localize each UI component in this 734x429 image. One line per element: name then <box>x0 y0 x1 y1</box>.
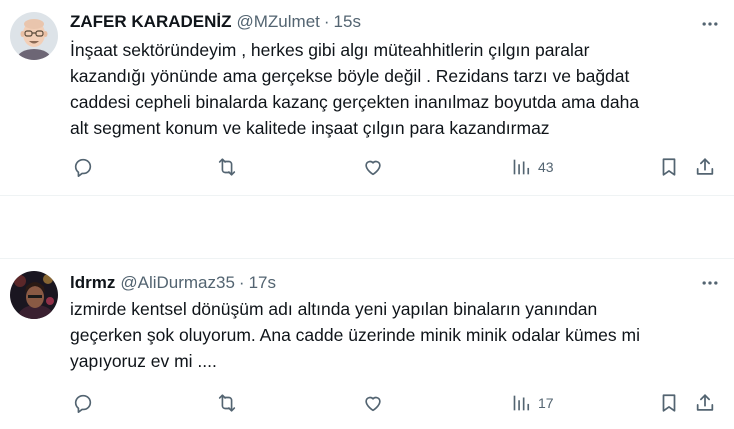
action-bar: 43 <box>70 155 720 179</box>
like-button[interactable] <box>362 155 384 179</box>
action-bar: 17 <box>70 391 720 415</box>
separator: · <box>323 12 330 31</box>
tweet-text-line: yapıyoruz ev mi .... <box>70 351 217 371</box>
display-name[interactable]: ZAFER KARADENİZ <box>70 12 232 32</box>
separator: · <box>238 273 245 292</box>
reply-icon <box>74 158 92 177</box>
bookmark-button[interactable] <box>658 391 680 415</box>
tweet[interactable]: ldrmz @AliDurmaz35 · 17s izmirde kentsel… <box>0 258 734 429</box>
user-handle[interactable]: @MZulmet <box>237 12 320 32</box>
reply-icon <box>74 394 92 413</box>
reply-button[interactable] <box>72 155 94 179</box>
bookmark-button[interactable] <box>658 155 680 179</box>
like-button[interactable] <box>362 391 384 415</box>
share-icon <box>696 394 714 411</box>
tweet-text-line: alt segment konum ve kalitede inşaat çıl… <box>70 118 550 138</box>
user-handle[interactable]: @AliDurmaz35 <box>120 273 235 293</box>
share-button[interactable] <box>694 155 716 179</box>
views-button[interactable]: 17 <box>510 391 554 415</box>
tweet-header: ldrmz @AliDurmaz35 · 17s <box>70 272 276 294</box>
reply-button[interactable] <box>72 391 94 415</box>
tweet-text-line: İnşaat sektöründeyim , herkes gibi algı … <box>70 40 590 60</box>
display-name[interactable]: ldrmz <box>70 273 115 293</box>
timestamp[interactable]: 17s <box>249 273 276 293</box>
views-button[interactable]: 43 <box>510 155 554 179</box>
bookmark-icon <box>662 394 676 412</box>
avatar[interactable] <box>10 271 58 319</box>
share-icon <box>696 158 714 175</box>
share-button[interactable] <box>694 391 716 415</box>
repost-icon <box>218 394 236 412</box>
views-icon <box>513 395 530 411</box>
repost-button[interactable] <box>216 155 238 179</box>
like-icon <box>365 396 381 412</box>
more-icon[interactable] <box>698 271 722 295</box>
tweet-text-line: izmirde kentsel dönüşüm adı altında yeni… <box>70 299 598 319</box>
views-count: 17 <box>538 395 554 411</box>
tweet-text-line: kazandığı yönünde ama gerçekse böyle değ… <box>70 66 630 86</box>
avatar[interactable] <box>10 12 58 60</box>
tweet-text-line: caddesi cepheli binalarda kazanç gerçekt… <box>70 92 640 112</box>
views-count: 43 <box>538 159 554 175</box>
tweet-text: İnşaat sektöründeyim , herkes gibi algı … <box>70 37 710 141</box>
tweet-text-line: geçerken şok oluyorum. Ana cadde üzerind… <box>70 325 640 345</box>
repost-icon <box>218 158 236 176</box>
tweet-header: ZAFER KARADENİZ @MZulmet · 15s <box>70 11 361 33</box>
more-icon[interactable] <box>698 12 722 36</box>
views-icon <box>513 159 530 175</box>
tweet-text: izmirde kentsel dönüşüm adı altında yeni… <box>70 296 710 374</box>
like-icon <box>365 160 381 176</box>
repost-button[interactable] <box>216 391 238 415</box>
timestamp[interactable]: 15s <box>334 12 361 32</box>
bookmark-icon <box>662 158 676 176</box>
tweet[interactable]: ZAFER KARADENİZ @MZulmet · 15s İnşaat se… <box>0 0 734 196</box>
